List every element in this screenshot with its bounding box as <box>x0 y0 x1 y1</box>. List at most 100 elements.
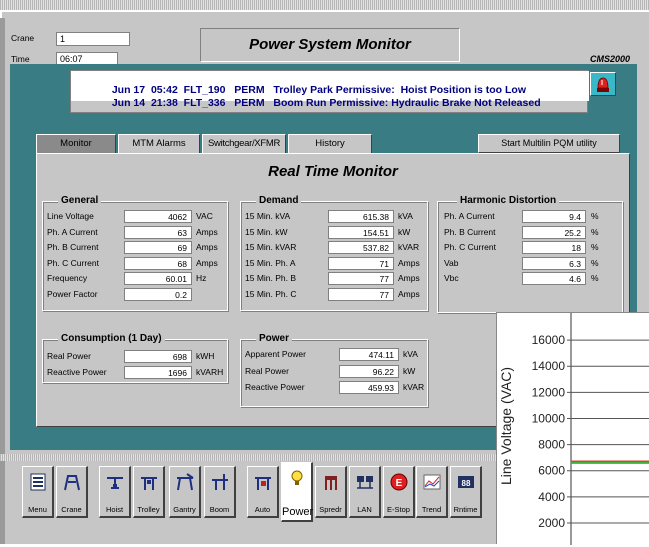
lan-icon <box>356 476 373 489</box>
demand-row-value: 154.51 <box>328 225 394 239</box>
chart-y-tick-label: 10000 <box>532 411 566 425</box>
alarm-row[interactable]: Jun 14 21:38 FLT_336 PERM Boom Run Permi… <box>106 85 541 109</box>
alarm-date: Jun 14 <box>111 97 146 109</box>
page-title: Power System Monitor <box>249 36 411 53</box>
spredr-icon <box>324 476 337 490</box>
general-row-label: Ph. C Current <box>47 257 99 268</box>
general-row-unit: Amps <box>196 242 218 253</box>
tab-monitor[interactable]: Monitor <box>36 134 116 154</box>
demand-row-label: 15 Min. Ph. C <box>245 289 297 299</box>
trend-chart-svg: 2000 4000 6000 8000 10000 12000 14000 16000 <box>532 313 649 545</box>
toolbar-hoist-button[interactable]: Hoist <box>99 466 131 518</box>
power-row-value: 96.22 <box>339 364 399 378</box>
toolbar-auto-button[interactable]: Auto <box>247 466 279 518</box>
general-row-label: Line Voltage <box>47 211 94 221</box>
toolbar-lan-button[interactable]: LAN <box>349 466 381 518</box>
trolley-icon <box>140 477 157 490</box>
power-row-unit: kVA <box>403 349 418 359</box>
tab-switchgear[interactable]: Switchgear/XFMR <box>202 134 286 154</box>
chart-y-tick-label: 4000 <box>538 490 565 504</box>
svg-text:88: 88 <box>461 479 470 488</box>
toolbar-crane-button[interactable]: Crane <box>56 466 88 518</box>
consumption-row-value: 698 <box>124 350 192 363</box>
toolbar-menu-button[interactable]: Menu <box>22 466 54 518</box>
crane-icon <box>63 475 80 491</box>
demand-row-value: 71 <box>328 256 394 270</box>
boom-icon <box>211 474 228 490</box>
window-top-border <box>0 0 649 10</box>
harmonic-row-label: Ph. C Current <box>444 242 496 253</box>
general-row-label: Power Factor <box>47 289 98 299</box>
demand-row-value: 77 <box>328 288 394 301</box>
general-row-label: Ph. A Current <box>47 226 98 237</box>
alarm-beacon-button[interactable] <box>590 72 616 96</box>
demand-row-value: 77 <box>328 272 394 286</box>
power-row-unit: kW <box>403 365 416 376</box>
chart-y-tick-label: 12000 <box>532 385 566 399</box>
power-row-unit: kVAR <box>403 382 425 392</box>
general-row-unit: Amps <box>196 226 218 237</box>
general-row-label: Ph. B Current <box>47 242 99 253</box>
chart-y-tick-label: 16000 <box>532 333 566 347</box>
toolbar-button-label: Hoist <box>105 505 124 514</box>
general-row-unit: VAC <box>196 211 213 221</box>
demand-row-label: 15 Min. kVAR <box>245 242 297 253</box>
harmonic-row-unit: % <box>591 226 599 237</box>
toolbar-button-label: Trolley <box>137 505 160 514</box>
power-row-label: Reactive Power <box>245 382 305 392</box>
crane-field[interactable]: 1 <box>56 32 130 46</box>
general-row-unit: Hz <box>196 273 207 284</box>
toolbar-button-label: Trend <box>421 505 442 514</box>
toolbar-button-label: Power <box>282 506 314 518</box>
consumption-row-value: 1696 <box>124 366 192 379</box>
crane-label: Crane <box>11 33 35 43</box>
demand-title: Demand <box>256 195 302 206</box>
demand-row-label: 15 Min. Ph. B <box>245 273 297 284</box>
toolbar-trend-button[interactable]: Trend <box>416 466 448 518</box>
general-row-value: 68 <box>124 256 192 270</box>
tab-history[interactable]: History <box>288 134 372 154</box>
toolbar-button-label: LAN <box>357 505 372 514</box>
chart-y-axis-label: Line Voltage (VAC) <box>498 366 514 486</box>
gantry-icon <box>176 473 194 491</box>
monitor-title: Real Time Monitor <box>268 163 398 180</box>
toolbar-button-label: Menu <box>28 505 47 514</box>
alarm-code: FLT_336 <box>183 97 226 109</box>
harmonic-row-value: 4.6 <box>522 272 586 286</box>
consumption-row-label: Reactive Power <box>47 367 107 377</box>
harmonic-row-unit: % <box>591 211 599 221</box>
demand-row-value: 537.82 <box>328 241 394 255</box>
trend-chart: 2000 4000 6000 8000 10000 12000 14000 16000 <box>496 312 649 545</box>
toolbar-trolley-button[interactable]: Trolley <box>133 466 165 518</box>
trend-icon <box>423 474 440 490</box>
harmonic-row-unit: % <box>591 242 599 253</box>
start-pqm-button[interactable]: Start Multilin PQM utility <box>478 134 620 153</box>
toolbar-power-button[interactable]: Power <box>281 462 313 522</box>
consumption-row-unit: kVARH <box>196 367 224 377</box>
toolbar-gantry-button[interactable]: Gantry <box>169 466 201 518</box>
consumption-row-unit: kWH <box>196 351 215 361</box>
alarm-beacon-icon <box>597 77 609 92</box>
harmonic-row-unit: % <box>591 257 599 268</box>
chart-y-tick-label: 8000 <box>538 438 565 452</box>
demand-row-label: 15 Min. Ph. A <box>245 257 296 268</box>
chart-y-tick-label: 2000 <box>538 516 565 530</box>
harmonic-row-label: Ph. A Current <box>444 211 495 221</box>
toolbar-button-label: Rntime <box>453 505 478 514</box>
tab-mtm-alarms[interactable]: MTM Alarms <box>118 134 200 154</box>
power-row-label: Apparent Power <box>245 349 306 359</box>
demand-row-unit: kVA <box>398 211 413 221</box>
toolbar-boom-button[interactable]: Boom <box>204 466 236 518</box>
general-row-label: Frequency <box>47 273 88 284</box>
toolbar-rntime-button[interactable]: 88 Rntime <box>450 466 482 518</box>
general-title: General <box>58 195 102 206</box>
general-row-value: 69 <box>124 241 192 255</box>
demand-row-unit: Amps <box>398 289 420 299</box>
demand-row-value: 615.38 <box>328 210 394 223</box>
toolbar-button-label: E-Stop <box>387 505 410 514</box>
demand-row-label: 15 Min. kW <box>245 226 288 237</box>
toolbar-spredr-button[interactable]: Spredr <box>315 466 347 518</box>
chart-y-tick-label: 6000 <box>538 464 565 478</box>
general-row-value: 4062 <box>124 210 192 223</box>
toolbar-estop-button[interactable]: E E-Stop <box>383 466 415 518</box>
